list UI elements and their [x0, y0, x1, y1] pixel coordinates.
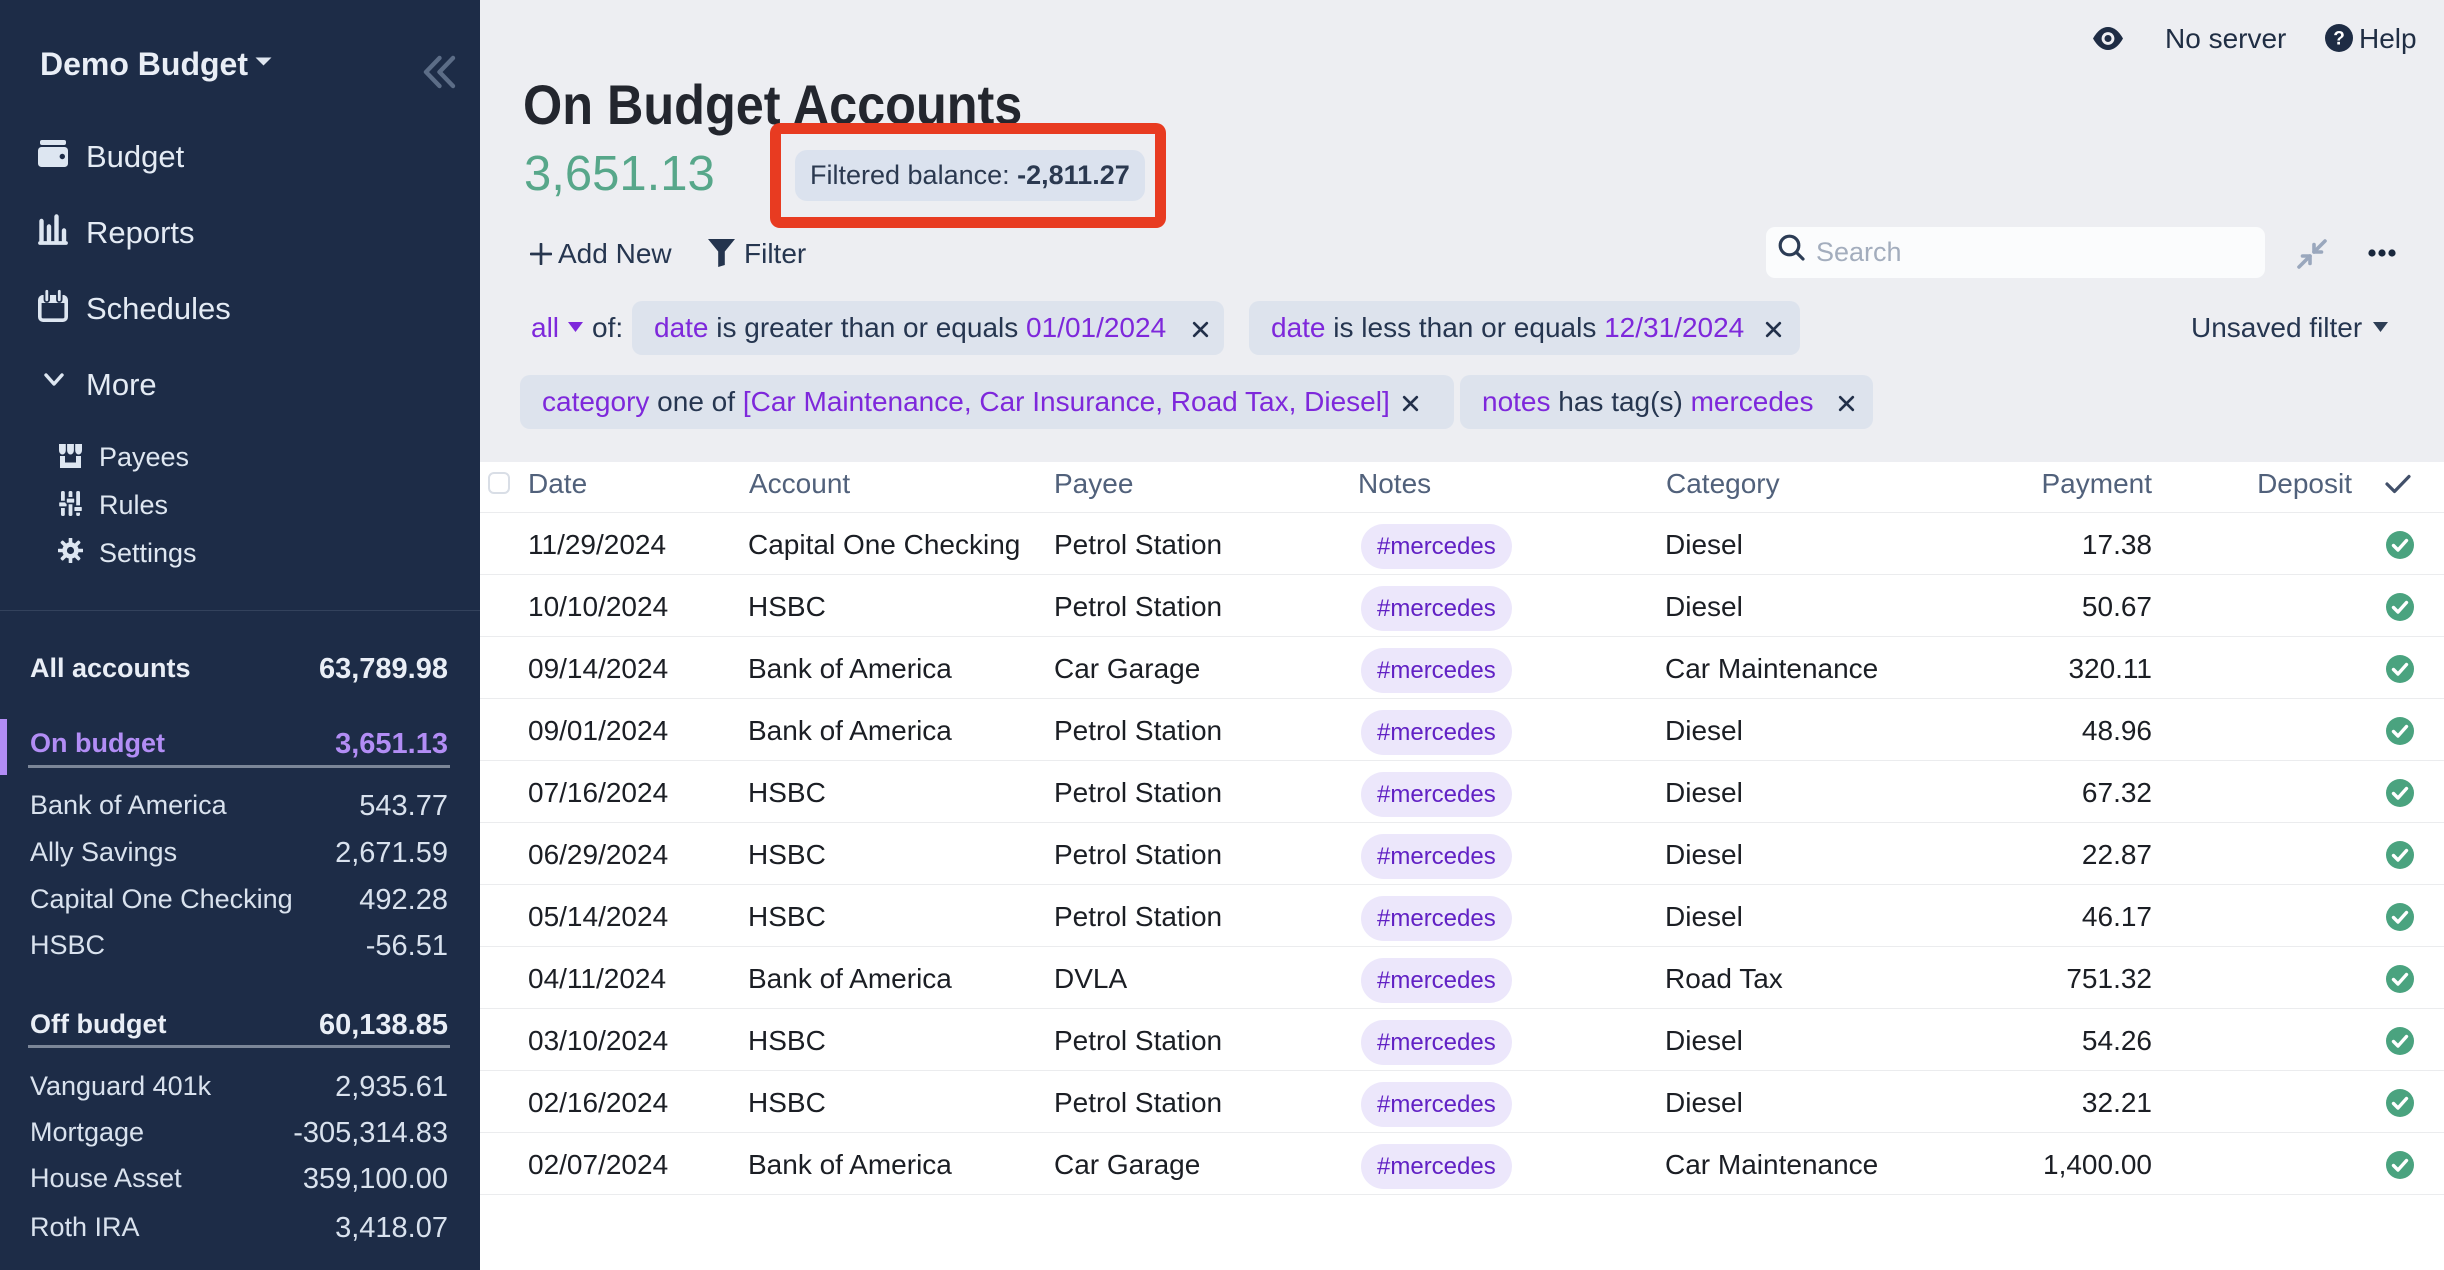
- svg-text:?: ?: [2333, 29, 2345, 50]
